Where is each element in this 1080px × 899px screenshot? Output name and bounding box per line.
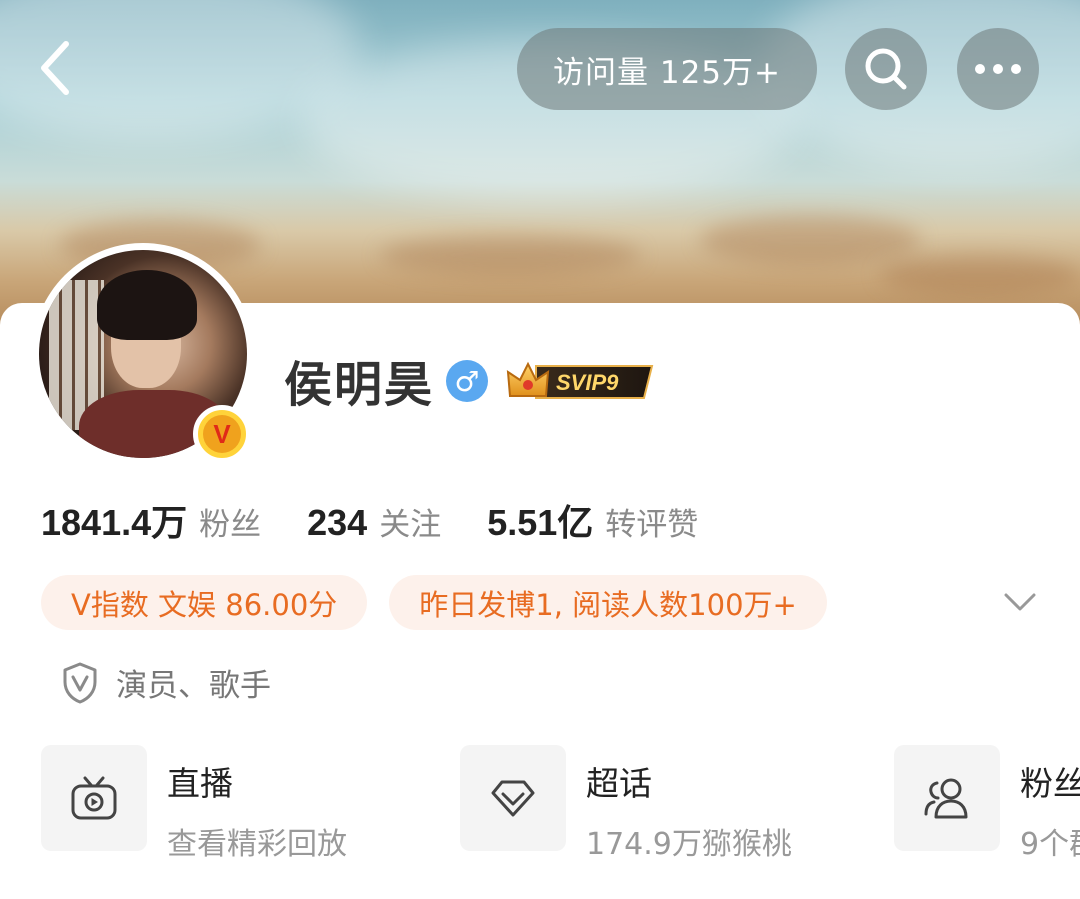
back-button[interactable] (26, 36, 86, 100)
stat-interactions[interactable]: 5.51亿 转评赞 (487, 494, 698, 546)
diamond-icon (460, 745, 566, 851)
search-icon (865, 48, 907, 90)
shield-v-icon (63, 662, 97, 703)
stat-following[interactable]: 234 关注 (307, 499, 441, 544)
stat-followers[interactable]: 1841.4万 粉丝 (41, 494, 261, 546)
chevron-down-icon[interactable] (1000, 585, 1040, 619)
interactions-label: 转评赞 (605, 507, 699, 543)
svip-level-text: SVIP9 (556, 370, 619, 395)
service-super-topic-subtitle: 174.9万猕猴桃 (586, 827, 792, 862)
service-shortcuts: 直播 查看精彩回放 超话 174.9万猕猴桃 粉丝 9个群 (41, 745, 1080, 862)
verified-badge-letter: V (203, 415, 241, 453)
group-icon (894, 745, 1000, 851)
followers-count: 1841.4 (41, 502, 152, 543)
tv-play-icon (41, 745, 147, 851)
top-navigation-bar: 访问量 125万+ (0, 0, 1080, 140)
more-options-button[interactable] (957, 28, 1039, 110)
profile-name: 侯明昊 (284, 357, 435, 413)
service-fan-groups-subtitle: 9个群 (1020, 827, 1080, 862)
service-live-title: 直播 (167, 764, 233, 803)
stats-row: 1841.4万 粉丝 234 关注 5.51亿 转评赞 (41, 494, 744, 544)
service-fan-groups[interactable]: 粉丝 9个群 (894, 745, 1080, 863)
verified-badge-icon: V (193, 405, 251, 463)
svip-crown-badge[interactable]: SVIP9 (506, 358, 654, 402)
more-dots-icon (975, 64, 1021, 74)
followers-label: 粉丝 (199, 507, 262, 543)
search-button[interactable] (845, 28, 927, 110)
service-super-topic[interactable]: 超话 174.9万猕猴桃 (460, 745, 792, 863)
service-live-subtitle: 查看精彩回放 (167, 827, 347, 862)
followers-unit: 万 (151, 503, 188, 544)
following-count: 234 (307, 502, 368, 543)
interactions-unit: 亿 (557, 503, 594, 544)
certification-label: 演员、歌手 (116, 668, 271, 704)
service-fan-groups-title: 粉丝 (1020, 764, 1080, 803)
service-super-topic-title: 超话 (586, 764, 652, 803)
service-live[interactable]: 直播 查看精彩回放 (41, 745, 347, 863)
back-arrow-icon (41, 41, 69, 95)
male-gender-icon: ♂ (446, 360, 488, 402)
certification-row: 演员、歌手 (62, 660, 271, 705)
profile-tags: V指数 文娱 86.00分 昨日发博1, 阅读人数100万+ (41, 575, 849, 630)
visit-count-pill[interactable]: 访问量 125万+ (517, 28, 817, 110)
posting-summary-tag[interactable]: 昨日发博1, 阅读人数100万+ (389, 575, 827, 630)
interactions-count: 5.51 (487, 502, 558, 543)
v-index-tag[interactable]: V指数 文娱 86.00分 (41, 575, 368, 630)
following-label: 关注 (379, 507, 442, 543)
